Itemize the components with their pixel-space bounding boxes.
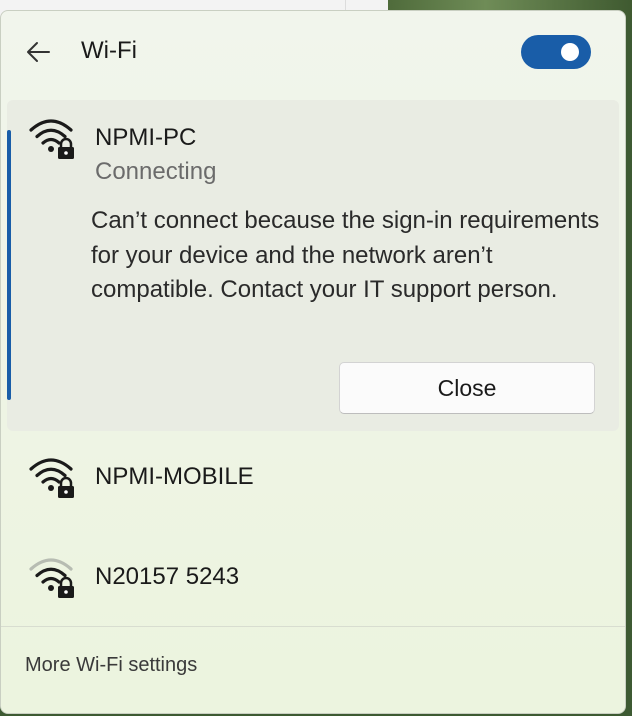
close-button[interactable]: Close [339,362,595,414]
more-wifi-settings-link[interactable]: More Wi-Fi settings [25,654,197,677]
wifi-toggle[interactable] [521,35,591,69]
selection-indicator [7,130,11,400]
wifi-secured-icon [29,458,74,498]
network-item-npmi-pc[interactable]: NPMI-PC Connecting Can’t connect because… [7,100,619,431]
back-button[interactable] [23,38,55,66]
network-item-n20157[interactable]: N20157 5243 [7,531,619,621]
wifi-secured-icon [29,119,74,159]
wifi-header: Wi-Fi [1,11,625,99]
wifi-flyout: Wi-Fi NPMI-PC Connecting Can’t connect b… [0,10,626,714]
back-arrow-icon [27,42,50,62]
page-title: Wi-Fi [81,37,137,64]
network-name: NPMI-PC [95,124,197,151]
network-status: Connecting [95,158,217,185]
error-message: Can’t connect because the sign-in requir… [91,207,600,303]
network-item-npmi-mobile[interactable]: NPMI-MOBILE [7,431,619,521]
toggle-knob [561,43,579,61]
wifi-secured-weak-icon [29,558,74,598]
flyout-footer: More Wi-Fi settings [1,626,625,713]
network-name: N20157 5243 [95,563,240,590]
network-name: NPMI-MOBILE [95,463,254,490]
